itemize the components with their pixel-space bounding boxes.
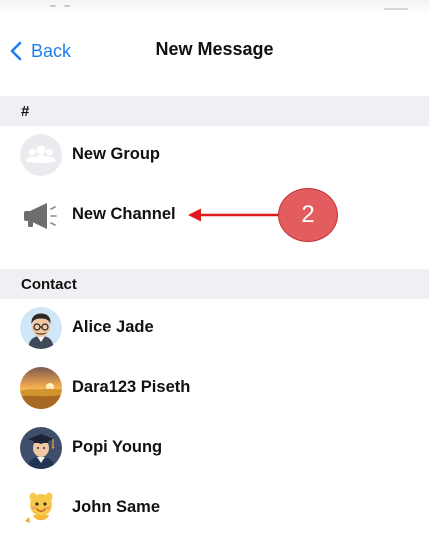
status-mark: [50, 5, 56, 7]
annotation-arrow-icon: [188, 208, 280, 222]
contact-name: Dara123 Piseth: [72, 378, 191, 396]
contact-name: Alice Jade: [72, 318, 154, 336]
new-group-label: New Group: [72, 145, 161, 163]
contact-name: John Same: [72, 498, 161, 516]
step-number: 2: [301, 201, 315, 228]
step-badge: 2: [278, 188, 338, 242]
contact-row[interactable]: Alice Jade: [0, 299, 429, 359]
megaphone-icon: [20, 194, 62, 236]
new-channel-label: New Channel: [72, 205, 176, 223]
status-bar-remnant: [0, 0, 429, 14]
section-header-hash: #: [0, 96, 429, 126]
section-header-contact: Contact: [0, 269, 429, 299]
yellow-creature-avatar: [20, 487, 62, 529]
contact-row[interactable]: Dara123 Piseth: [0, 359, 429, 419]
new-group-row[interactable]: New Group: [0, 126, 429, 186]
graduate-avatar: [20, 427, 62, 469]
status-mark: [64, 5, 70, 7]
section-header-label: Contact: [21, 276, 77, 293]
group-icon: [20, 134, 62, 176]
contact-row[interactable]: Popi Young: [0, 419, 429, 479]
contact-row[interactable]: John Same: [0, 479, 429, 539]
page-title: New Message: [155, 39, 274, 59]
status-mark: [384, 8, 408, 10]
section-header-label: #: [21, 103, 30, 120]
sunset-landscape-avatar: [20, 367, 62, 409]
contact-name: Popi Young: [72, 438, 163, 456]
cartoon-man-glasses-avatar: [20, 307, 62, 349]
navigation-bar: Back New Message: [0, 28, 429, 74]
